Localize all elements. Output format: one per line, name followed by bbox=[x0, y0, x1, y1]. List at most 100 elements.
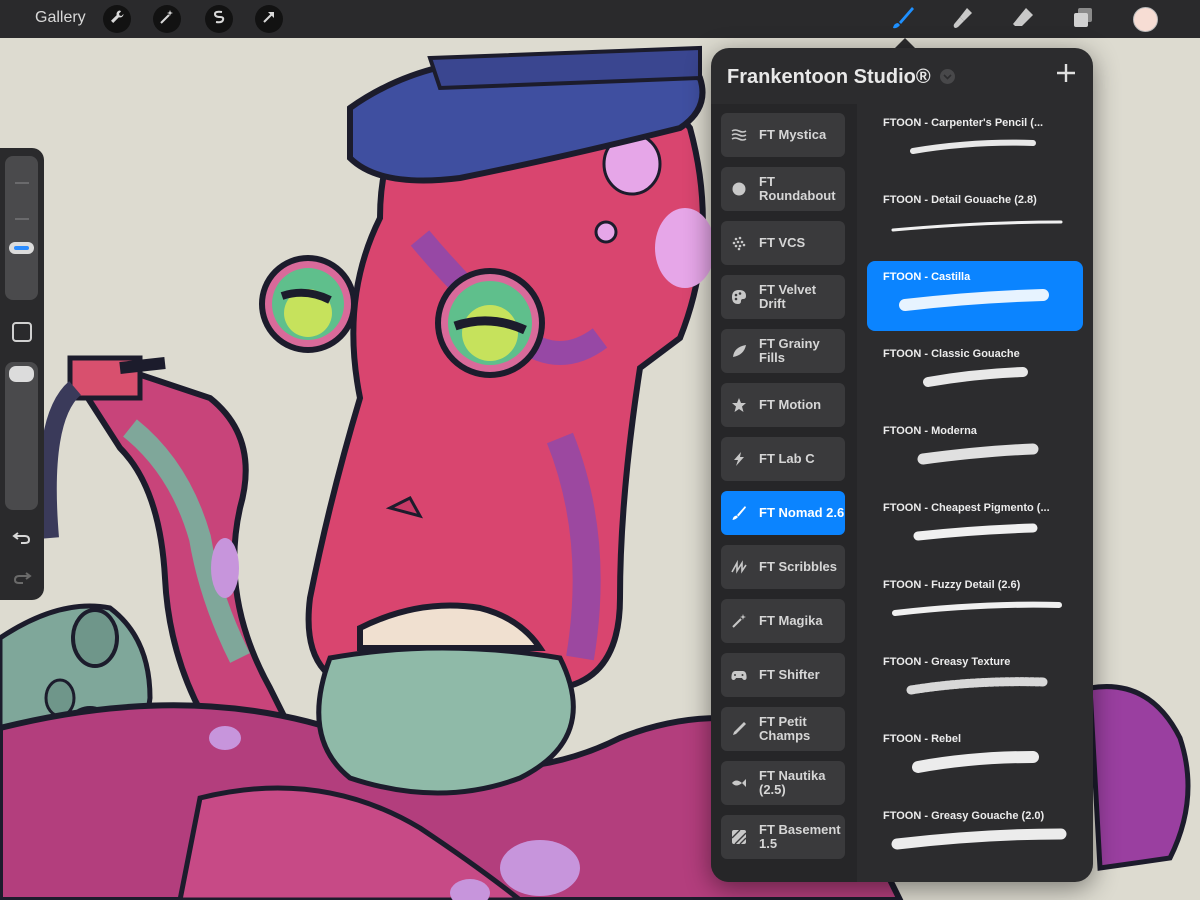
brush-item[interactable]: FTOON - Classic Gouache bbox=[867, 338, 1083, 408]
brush-set-label: FT Nomad 2.6 bbox=[759, 505, 845, 520]
brush-stroke-preview bbox=[912, 751, 1039, 773]
brush-icon bbox=[890, 5, 916, 36]
brush-name: FTOON - Detail Gouache (2.8) bbox=[883, 194, 1037, 206]
brush-set-item[interactable]: FT Roundabout bbox=[721, 167, 845, 211]
brush-name: FTOON - Carpenter's Pencil (... bbox=[883, 117, 1044, 129]
brush-set-item[interactable]: FT Motion bbox=[721, 383, 845, 427]
pen-icon bbox=[731, 721, 747, 737]
brush-stroke-preview bbox=[917, 443, 1039, 465]
transform-arrow-icon bbox=[261, 9, 277, 30]
brush-name: FTOON - Castilla bbox=[883, 271, 971, 283]
transform-button[interactable] bbox=[255, 5, 283, 33]
brush-set-label: FT Velvet Drift bbox=[759, 282, 817, 311]
smudge-icon bbox=[950, 5, 976, 36]
add-brush-button[interactable] bbox=[1051, 60, 1081, 90]
brush-set-label: FT VCS bbox=[759, 235, 806, 250]
brush-item[interactable]: FTOON - Fuzzy Detail (2.6) bbox=[867, 569, 1083, 639]
waves-icon bbox=[731, 127, 747, 143]
actions-button[interactable] bbox=[103, 5, 131, 33]
brush-set-item[interactable]: FT Nomad 2.6 bbox=[721, 491, 845, 535]
plus-icon bbox=[1055, 62, 1077, 89]
side-bar bbox=[0, 148, 44, 600]
brush-set-label: FT Nautika (2.5) bbox=[759, 768, 826, 797]
brush-set-label: FT Motion bbox=[759, 397, 822, 412]
layers-button[interactable] bbox=[1068, 5, 1098, 35]
bolt-icon bbox=[731, 451, 747, 467]
hatch-icon bbox=[731, 829, 747, 845]
palette-icon bbox=[731, 289, 747, 305]
brush-set-item[interactable]: FT Mystica bbox=[721, 113, 845, 157]
chevron-down-icon[interactable] bbox=[940, 69, 955, 84]
brush-item[interactable]: FTOON - Moderna bbox=[867, 415, 1083, 485]
brush-item[interactable]: FTOON - Cheapest Pigmento (... bbox=[867, 492, 1083, 562]
brush-set-label: FT Roundabout bbox=[759, 174, 836, 203]
erase-tool-button[interactable] bbox=[1008, 5, 1038, 35]
brushes-list: FTOON - Carpenter's Pencil (... FTOON - … bbox=[857, 104, 1093, 882]
brush-set-label: FT Basement 1.5 bbox=[759, 822, 841, 851]
procreate-app: Gallery Frankentoon Studio® FT Mystica F… bbox=[0, 0, 1200, 900]
brush-opacity-handle[interactable] bbox=[9, 366, 34, 382]
redo-button[interactable] bbox=[10, 566, 34, 590]
brush-item[interactable]: FTOON - Greasy Texture bbox=[867, 646, 1083, 716]
brush-item[interactable]: FTOON - Castilla bbox=[867, 261, 1083, 331]
gallery-button[interactable]: Gallery bbox=[35, 9, 86, 27]
brush-size-handle[interactable] bbox=[9, 242, 34, 254]
wand-icon bbox=[731, 613, 747, 629]
brush-stroke-preview bbox=[906, 677, 1048, 695]
wrench-icon bbox=[109, 9, 125, 30]
brush-stroke-preview bbox=[923, 367, 1028, 387]
brush-set-item[interactable]: FT VCS bbox=[721, 221, 845, 265]
adjustments-button[interactable] bbox=[153, 5, 181, 33]
brush-sets-list: FT Mystica FT Roundabout FT VCS FT Velve… bbox=[711, 104, 857, 882]
brush-stroke-preview bbox=[891, 220, 1063, 232]
brush-library-title[interactable]: Frankentoon Studio® bbox=[727, 66, 931, 89]
brush-name: FTOON - Rebel bbox=[883, 733, 962, 745]
brush-name: FTOON - Greasy Gouache (2.0) bbox=[883, 810, 1045, 822]
slider-tick bbox=[15, 218, 29, 220]
circle-icon bbox=[731, 181, 747, 197]
brush-name: FTOON - Classic Gouache bbox=[883, 348, 1020, 360]
magic-wand-icon bbox=[159, 9, 175, 30]
undo-button[interactable] bbox=[10, 526, 34, 550]
dots-icon bbox=[731, 235, 747, 251]
brush-set-item[interactable]: FT Magika bbox=[721, 599, 845, 643]
brush-set-item[interactable]: FT Scribbles bbox=[721, 545, 845, 589]
brush-set-label: FT Petit Champs bbox=[759, 714, 811, 743]
paint-tool-button[interactable] bbox=[888, 5, 918, 35]
undo-icon bbox=[12, 526, 32, 551]
scribble-icon bbox=[731, 559, 747, 575]
brush-item[interactable]: FTOON - Detail Gouache (2.8) bbox=[867, 184, 1083, 254]
brush-size-slider[interactable] bbox=[5, 156, 38, 300]
brush-item[interactable]: FTOON - Carpenter's Pencil (... bbox=[867, 107, 1083, 177]
brush-item[interactable]: FTOON - Greasy Gouache (2.0) bbox=[867, 800, 1083, 870]
selection-button[interactable] bbox=[205, 5, 233, 33]
brush-set-item[interactable]: FT Velvet Drift bbox=[721, 275, 845, 319]
brush-opacity-slider[interactable] bbox=[5, 362, 38, 510]
layers-icon bbox=[1070, 5, 1096, 36]
color-picker-button[interactable] bbox=[1133, 7, 1158, 32]
smudge-tool-button[interactable] bbox=[948, 5, 978, 35]
brush-set-item[interactable]: FT Shifter bbox=[721, 653, 845, 697]
brush-stroke-preview bbox=[892, 601, 1062, 616]
brush-set-item[interactable]: FT Basement 1.5 bbox=[721, 815, 845, 859]
brush-set-item[interactable]: FT Nautika (2.5) bbox=[721, 761, 845, 805]
leaf-icon bbox=[731, 343, 747, 359]
brush-set-item[interactable]: FT Lab C bbox=[721, 437, 845, 481]
brush-stroke-preview bbox=[891, 828, 1067, 850]
brush-stroke-preview bbox=[910, 139, 1036, 154]
brush-set-item[interactable]: FT Petit Champs bbox=[721, 707, 845, 751]
brush-icon bbox=[731, 505, 747, 521]
brush-set-item[interactable]: FT Grainy Fills bbox=[721, 329, 845, 373]
brush-item[interactable]: FTOON - Rebel bbox=[867, 723, 1083, 793]
modify-button[interactable] bbox=[12, 322, 32, 342]
brush-set-label: FT Scribbles bbox=[759, 559, 838, 574]
brush-set-label: FT Shifter bbox=[759, 667, 820, 682]
brush-set-label: FT Lab C bbox=[759, 451, 815, 466]
brush-set-label: FT Mystica bbox=[759, 127, 827, 142]
brush-stroke-preview bbox=[899, 289, 1049, 311]
slider-tick bbox=[15, 182, 29, 184]
popover-arrow bbox=[895, 38, 915, 48]
brush-name: FTOON - Greasy Texture bbox=[883, 656, 1011, 668]
brush-set-label: FT Magika bbox=[759, 613, 823, 628]
eraser-icon bbox=[1010, 5, 1036, 36]
